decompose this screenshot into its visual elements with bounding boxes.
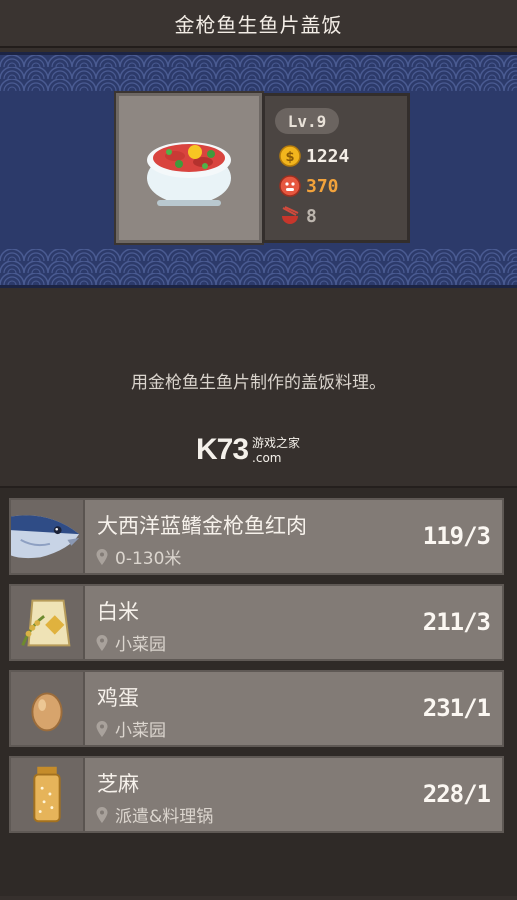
gold-coin-icon: $ [279,145,301,167]
ingredient-count: 119/3 [422,522,491,550]
level-badge: Lv.9 [275,108,339,134]
price-row: $ 1224 [279,142,349,170]
dish-image-frame [116,93,262,243]
location-pin-icon [96,806,108,823]
ingredient-row[interactable]: 芝麻 派遣&料理锅 228/1 [9,756,504,833]
ingredient-location: 小菜园 [95,630,166,655]
ingredient-count: 231/1 [422,694,491,722]
ingredient-name: 白米 [97,600,139,624]
served-row: 8 [279,202,317,230]
watermark-bottom: .com [252,450,282,465]
wave-pattern-bottom [0,249,517,285]
wave-pattern-top [0,55,517,91]
ingredient-location-text: 派遣&料理锅 [115,807,214,827]
ingredient-location: 派遣&料理锅 [95,802,213,827]
rice-bag-icon [11,586,85,659]
ingredient-count: 228/1 [422,780,491,808]
ingredient-name: 芝麻 [97,772,139,796]
ingredient-location: 0-130米 [95,544,181,569]
price-value: 1224 [306,145,350,167]
ingredient-row[interactable]: 大西洋蓝鳍金枪鱼红肉 0-130米 119/3 [9,498,504,575]
served-value: 8 [306,205,317,227]
sesame-jar-icon [11,758,85,831]
egg-icon [11,672,85,745]
ingredient-row[interactable]: 白米 小菜园 211/3 [9,584,504,661]
location-pin-icon [96,634,108,651]
ingredient-count: 211/3 [422,608,491,636]
rice-bowl-icon [147,142,231,206]
title-bar: 金枪鱼生鱼片盖饭 [0,0,517,48]
dish-stats-panel: Lv.9 $ 1224 370 8 [262,93,410,243]
page-title: 金枪鱼生鱼片盖饭 [174,12,343,37]
popularity-row: 370 [279,172,339,200]
bowl-chopsticks-icon [279,205,301,227]
svg-text:$: $ [285,150,294,165]
customer-face-icon [279,175,301,197]
popularity-value: 370 [306,175,339,197]
ingredient-name: 鸡蛋 [97,686,139,710]
location-pin-icon [96,548,108,565]
watermark-logo: K73 游戏之家 .com [196,430,336,470]
ingredient-location-text: 0-130米 [115,549,182,569]
ingredient-row[interactable]: 鸡蛋 小菜园 231/1 [9,670,504,747]
watermark-brand: K73 [196,433,249,466]
watermark-top: 游戏之家 [252,435,301,450]
location-pin-icon [96,720,108,737]
ingredient-location: 小菜园 [95,716,166,741]
ingredient-location-text: 小菜园 [115,635,166,655]
ingredient-name: 大西洋蓝鳍金枪鱼红肉 [97,514,307,538]
ingredient-list: 大西洋蓝鳍金枪鱼红肉 0-130米 119/3 白米 小菜园 211/3 鸡蛋 … [0,486,517,896]
ingredient-location-text: 小菜园 [115,721,166,741]
tuna-icon [11,500,85,573]
dish-description: 用金枪鱼生鱼片制作的盖饭料理。 [131,373,386,393]
